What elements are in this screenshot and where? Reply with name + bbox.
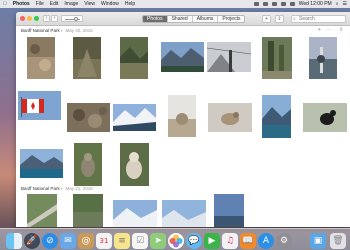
add-button[interactable]: + (262, 15, 271, 23)
chevron-left-icon: ‹ (45, 15, 48, 21)
moment-date: May 21, 2016 (65, 186, 93, 191)
app-store-icon[interactable]: A (258, 233, 274, 249)
menu-app-name[interactable]: Photos (13, 0, 30, 8)
moment-title[interactable]: Banff National Park (21, 186, 60, 191)
zoom-window-button[interactable] (34, 16, 39, 21)
photo-thumbnail[interactable] (168, 95, 196, 137)
view-tabs: Photos Shared Albums Projects (142, 15, 246, 23)
books-icon[interactable]: 📖 (240, 233, 256, 249)
photo-thumbnail[interactable] (20, 149, 63, 178)
notification-center-icon[interactable]: ☰ (343, 0, 347, 8)
contacts-icon[interactable]: @ (78, 233, 94, 249)
photo-thumbnail[interactable] (207, 42, 251, 72)
chevron-right-icon: › (53, 15, 56, 21)
close-window-button[interactable] (20, 16, 25, 21)
spotlight-icon[interactable]: ⌕ (336, 0, 339, 8)
calendar-icon[interactable]: 31 (96, 233, 112, 249)
moment-share-button[interactable]: ⇪ (339, 27, 343, 33)
menu-window[interactable]: Window (101, 0, 119, 8)
photo-thumbnail[interactable] (262, 95, 291, 138)
safari-icon[interactable]: ⊘ (42, 233, 58, 249)
menu-view[interactable]: View (84, 0, 95, 8)
menu-help[interactable]: Help (125, 0, 135, 8)
music-icon[interactable]: ♫ (222, 233, 238, 249)
photo-thumbnail[interactable] (120, 143, 149, 186)
downloads-folder-icon[interactable]: ▣ (310, 233, 326, 249)
dock: 🚀 ⊘ ✉ @ 31 ≡ ☑ ➤ 💬 ▶ ♫ 📖 A ⚙ ▣ 🗑 (0, 228, 350, 250)
photo-thumbnail[interactable] (18, 91, 61, 120)
photo-thumbnail[interactable] (303, 103, 347, 132)
photo-thumbnail[interactable] (113, 200, 157, 227)
moment-chevron-icon: › (59, 28, 63, 33)
moment-date: May 20, 2016 (65, 28, 93, 33)
bluetooth-icon[interactable] (262, 2, 268, 6)
forward-button[interactable]: › (51, 15, 58, 22)
moment-add-button[interactable]: + (318, 27, 321, 33)
wifi-icon[interactable] (271, 2, 277, 6)
photo-thumbnail[interactable] (162, 200, 206, 227)
ellipsis-icon: ⋯ (326, 27, 331, 33)
photos-icon[interactable] (168, 233, 184, 249)
tab-shared[interactable]: Shared (168, 16, 193, 22)
share-icon: ⇪ (339, 27, 344, 33)
back-button[interactable]: ‹ (43, 15, 50, 22)
menu-bar:  Photos File Edit Image View Window Hel… (0, 0, 350, 8)
menu-file[interactable]: File (36, 0, 44, 8)
maps-icon[interactable]: ➤ (150, 233, 166, 249)
plus-icon: + (318, 27, 321, 33)
cloud-icon[interactable] (253, 2, 259, 6)
photo-thumbnail[interactable] (208, 103, 252, 132)
photo-thumbnail[interactable] (27, 37, 55, 79)
search-icon: ⌕ (293, 16, 296, 22)
photo-thumbnail[interactable] (27, 194, 57, 227)
photo-thumbnail[interactable] (74, 143, 102, 186)
photo-thumbnail[interactable] (67, 103, 110, 132)
zoom-slider-knob[interactable] (74, 17, 78, 21)
share-button[interactable]: ⇪ (275, 15, 284, 23)
moment-more-button[interactable]: ⋯ (326, 27, 331, 33)
tab-albums[interactable]: Albums (193, 16, 219, 22)
menu-edit[interactable]: Edit (50, 0, 59, 8)
tab-photos[interactable]: Photos (143, 16, 168, 22)
apple-menu[interactable]:  (3, 0, 7, 8)
minimize-window-button[interactable] (27, 16, 32, 21)
photo-thumbnail[interactable] (120, 37, 148, 79)
moment-title[interactable]: Banff National Park (21, 28, 60, 33)
volume-icon[interactable] (280, 2, 286, 6)
photos-flower-icon (169, 234, 183, 248)
moment-chevron-icon: › (59, 186, 63, 191)
photo-thumbnail[interactable] (73, 37, 101, 79)
moment-header: Banff National Park › May 20, 2016 (21, 28, 93, 33)
battery-icon[interactable] (289, 2, 295, 6)
zoom-slider[interactable] (61, 15, 83, 22)
notes-icon[interactable]: ≡ (114, 233, 130, 249)
menu-image[interactable]: Image (64, 0, 78, 8)
launchpad-icon[interactable]: 🚀 (24, 233, 40, 249)
photos-window: ‹ › Photos Shared Albums Projects + ⇪ ⌕ … (16, 12, 350, 227)
photo-thumbnail[interactable] (309, 37, 337, 79)
window-toolbar: ‹ › Photos Shared Albums Projects + ⇪ ⌕ (16, 12, 350, 26)
tab-projects[interactable]: Projects (218, 16, 244, 22)
share-icon: ⇪ (277, 16, 282, 22)
mail-icon[interactable]: ✉ (60, 233, 76, 249)
plus-icon: + (265, 16, 268, 22)
photo-thumbnail[interactable] (113, 104, 156, 131)
finder-icon[interactable] (6, 233, 22, 249)
photo-thumbnail[interactable] (73, 194, 103, 227)
trash-icon[interactable]: 🗑 (330, 233, 346, 249)
menu-clock[interactable]: Wed 12:00 PM (299, 0, 332, 8)
menu-extras: Wed 12:00 PM ⌕ ☰ (250, 0, 347, 8)
system-preferences-icon[interactable]: ⚙ (276, 233, 292, 249)
photo-thumbnail[interactable] (161, 42, 204, 72)
photo-thumbnail[interactable] (214, 194, 244, 227)
search-input[interactable] (291, 15, 346, 23)
reminders-icon[interactable]: ☑ (132, 233, 148, 249)
facetime-icon[interactable]: ▶ (204, 233, 220, 249)
photo-thumbnail[interactable] (262, 37, 292, 79)
messages-icon[interactable]: 💬 (186, 233, 202, 249)
moment-header: Banff National Park › May 21, 2016 (21, 186, 93, 191)
